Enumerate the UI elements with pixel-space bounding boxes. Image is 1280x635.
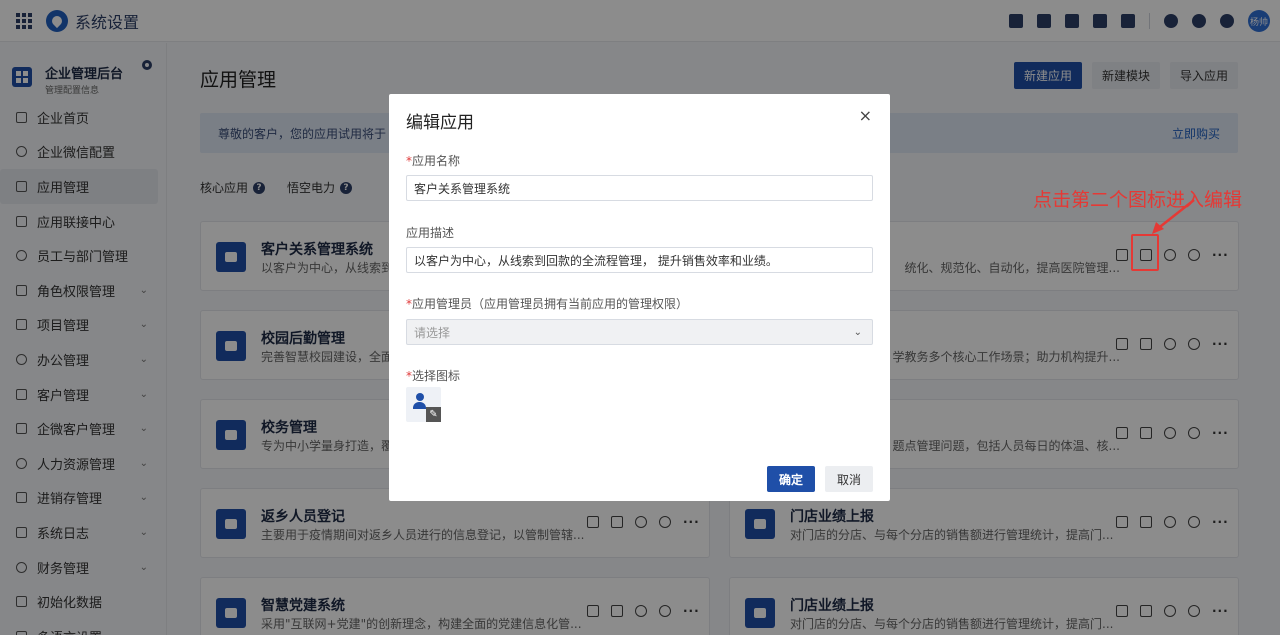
app-admin-label: *应用管理员（应用管理员拥有当前应用的管理权限） [406,295,688,312]
user-icon [416,393,424,401]
edit-app-dialog: 编辑应用 × *应用名称 客户关系管理系统 应用描述 以客户为中心，从线索到回款… [389,94,890,501]
annotation-text: 点击第二个图标进入编辑 [1033,189,1243,211]
annotation-arrow-icon [1152,199,1195,234]
label-text: 选择图标 [412,369,461,383]
chevron-down-icon: ⌄ [853,326,862,338]
label-text: 应用管理员（应用管理员拥有当前应用的管理权限） [412,297,689,311]
app-name-label: *应用名称 [406,152,460,169]
app-desc-input[interactable]: 以客户为中心，从线索到回款的全流程管理， 提升销售效率和业绩。 [406,247,873,273]
app-desc-label: 应用描述 [406,226,455,240]
app-admin-select[interactable]: 请选择 ⌄ [406,319,873,345]
dialog-title: 编辑应用 [406,113,474,133]
annotation-highlight-box [1131,234,1159,271]
user-icon-body [413,402,426,409]
pencil-icon[interactable]: ✎ [426,407,441,422]
app-name-input[interactable]: 客户关系管理系统 [406,175,873,201]
icon-select-label: *选择图标 [406,367,460,384]
confirm-button[interactable]: 确定 [767,466,816,492]
cancel-button[interactable]: 取消 [825,466,874,492]
close-icon[interactable]: × [859,106,872,125]
icon-picker[interactable]: ✎ [406,387,441,422]
select-placeholder: 请选择 [414,325,451,340]
label-text: 应用名称 [412,154,461,168]
